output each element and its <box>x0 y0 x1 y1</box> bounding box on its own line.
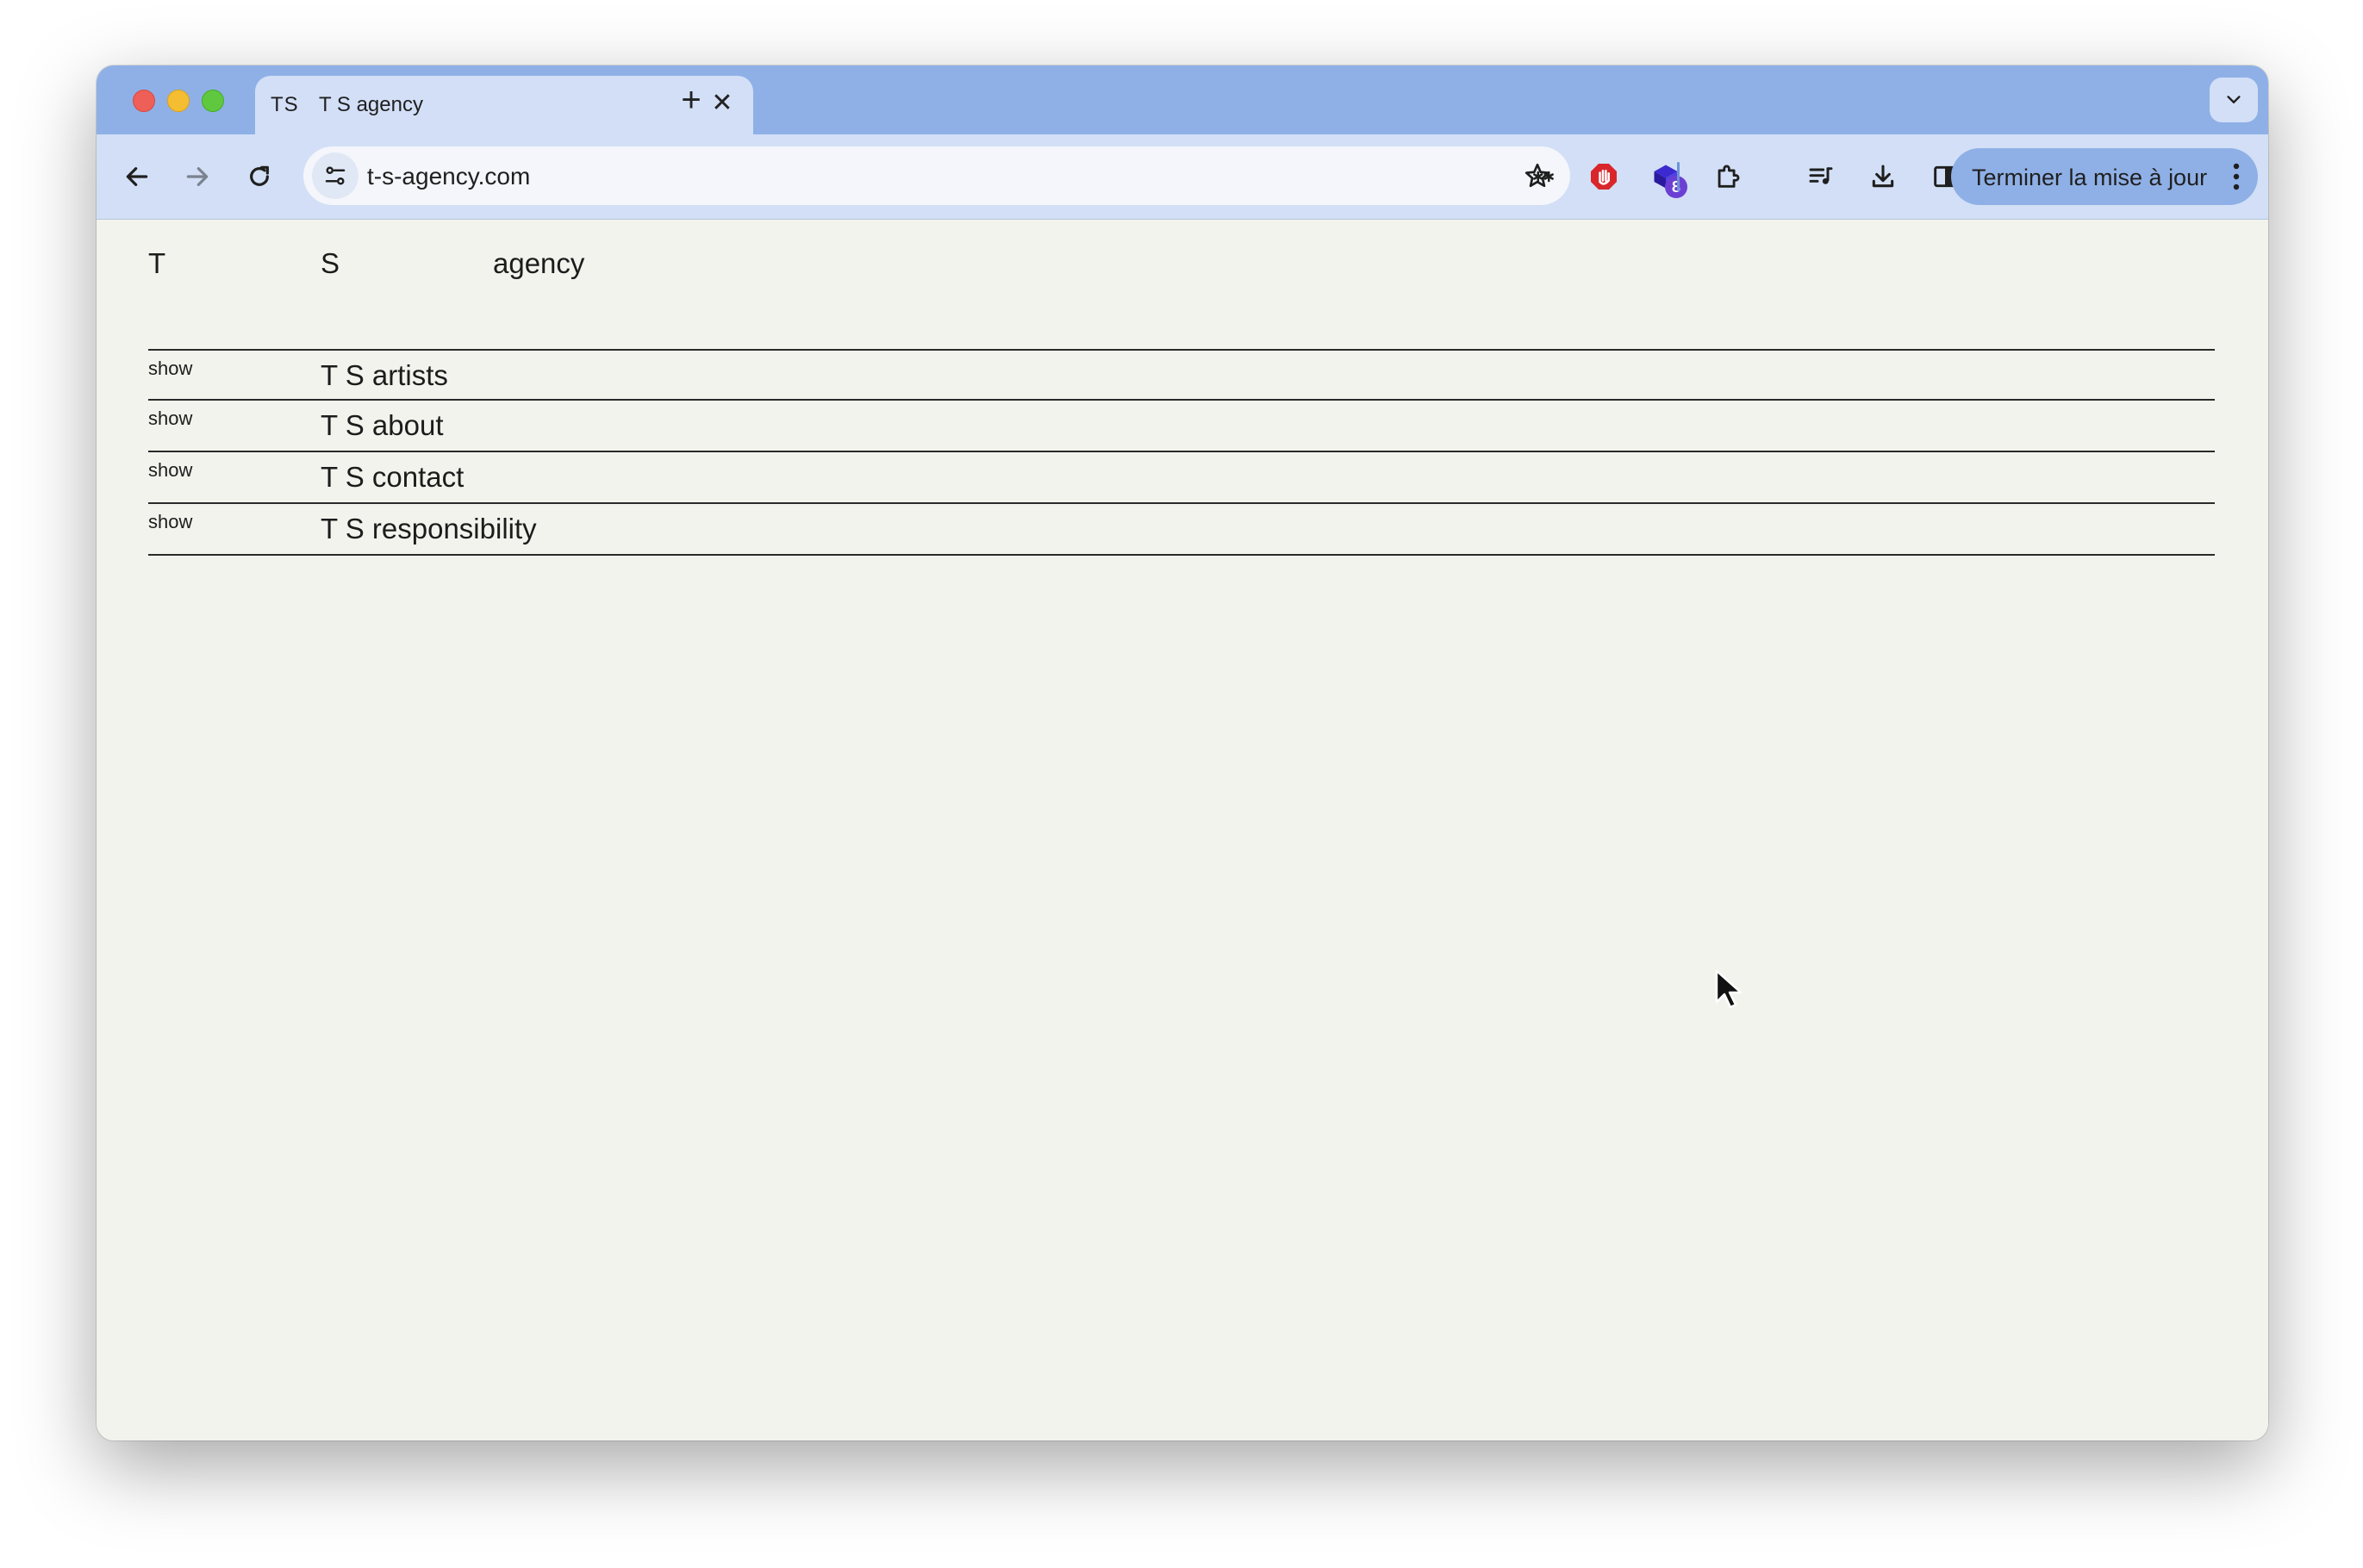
logo-word-agency[interactable]: agency <box>493 247 584 280</box>
update-button-label: Terminer la mise à jour <box>1972 165 2208 190</box>
arrow-left-icon <box>126 167 148 186</box>
tab-title: T S agency <box>319 93 423 116</box>
reload-button[interactable] <box>236 153 283 200</box>
tune-icon <box>325 166 346 185</box>
logo-letter-s[interactable]: S <box>321 247 340 280</box>
arrow-right-icon <box>186 167 209 186</box>
row-title[interactable]: T S contact <box>321 461 464 494</box>
maximize-window-button[interactable] <box>202 90 224 112</box>
list-item[interactable]: show T S responsibility <box>148 502 2215 556</box>
download-icon <box>1872 165 1894 188</box>
toolbar-separator <box>1677 162 1680 191</box>
puzzle-icon <box>1718 165 1740 188</box>
mouse-cursor-icon <box>1715 969 1743 1009</box>
logo-letter-t[interactable]: T <box>148 247 165 280</box>
minimize-window-button[interactable] <box>167 90 190 112</box>
extension-adblock-button[interactable] <box>1581 153 1627 200</box>
list-item[interactable]: show T S artists <box>148 349 2215 401</box>
update-button[interactable]: Terminer la mise à jour <box>1951 148 2258 205</box>
tab-favicon: TS <box>271 93 299 116</box>
page-content: T S agency show T S artists show T S abo… <box>97 220 2268 1440</box>
divider <box>148 554 2215 556</box>
reload-icon <box>250 165 269 186</box>
browser-window: TS T S agency ✕ + t-s-agency.com 8 Termi… <box>97 65 2268 1440</box>
show-toggle[interactable]: show <box>148 358 192 380</box>
close-window-button[interactable] <box>133 90 155 112</box>
more-vert-icon <box>2233 163 2240 190</box>
tab-search-button[interactable] <box>2210 78 2258 122</box>
extension-badge: 8 <box>1665 176 1687 198</box>
toolbar: t-s-agency.com 8 Terminer la mise à jour <box>97 134 2268 220</box>
show-toggle[interactable]: show <box>148 511 192 533</box>
address-bar[interactable]: t-s-agency.com <box>303 146 1570 205</box>
extensions-menu-button[interactable] <box>1705 153 1751 200</box>
url-text[interactable]: t-s-agency.com <box>367 163 530 190</box>
desktop: TS T S agency ✕ + t-s-agency.com 8 Termi… <box>0 0 2363 1568</box>
extension-cube-button[interactable]: 8 <box>1643 153 1689 200</box>
tab-close-icon[interactable]: ✕ <box>707 88 738 119</box>
tab-strip: TS T S agency ✕ + <box>97 65 2268 134</box>
row-title[interactable]: T S responsibility <box>321 513 537 545</box>
media-controls-button[interactable] <box>1798 153 1844 200</box>
list-item[interactable]: show T S contact <box>148 451 2215 504</box>
asterisks-icon <box>1533 171 1554 183</box>
row-title[interactable]: T S artists <box>321 359 448 392</box>
row-title[interactable]: T S about <box>321 409 444 442</box>
extension-asterisks-button[interactable] <box>1520 153 1567 200</box>
back-button[interactable] <box>114 153 160 200</box>
forward-button[interactable] <box>174 153 221 200</box>
show-toggle[interactable]: show <box>148 408 192 430</box>
list-item[interactable]: show T S about <box>148 399 2215 452</box>
new-tab-button[interactable]: + <box>672 81 710 119</box>
show-toggle[interactable]: show <box>148 459 192 482</box>
downloads-button[interactable] <box>1860 153 1906 200</box>
stop-hand-icon <box>1591 164 1617 190</box>
site-info-button[interactable] <box>312 152 359 199</box>
queue-music-icon <box>1809 167 1833 184</box>
chevron-down-icon <box>2227 96 2241 103</box>
site-header: T S agency <box>148 220 2215 349</box>
